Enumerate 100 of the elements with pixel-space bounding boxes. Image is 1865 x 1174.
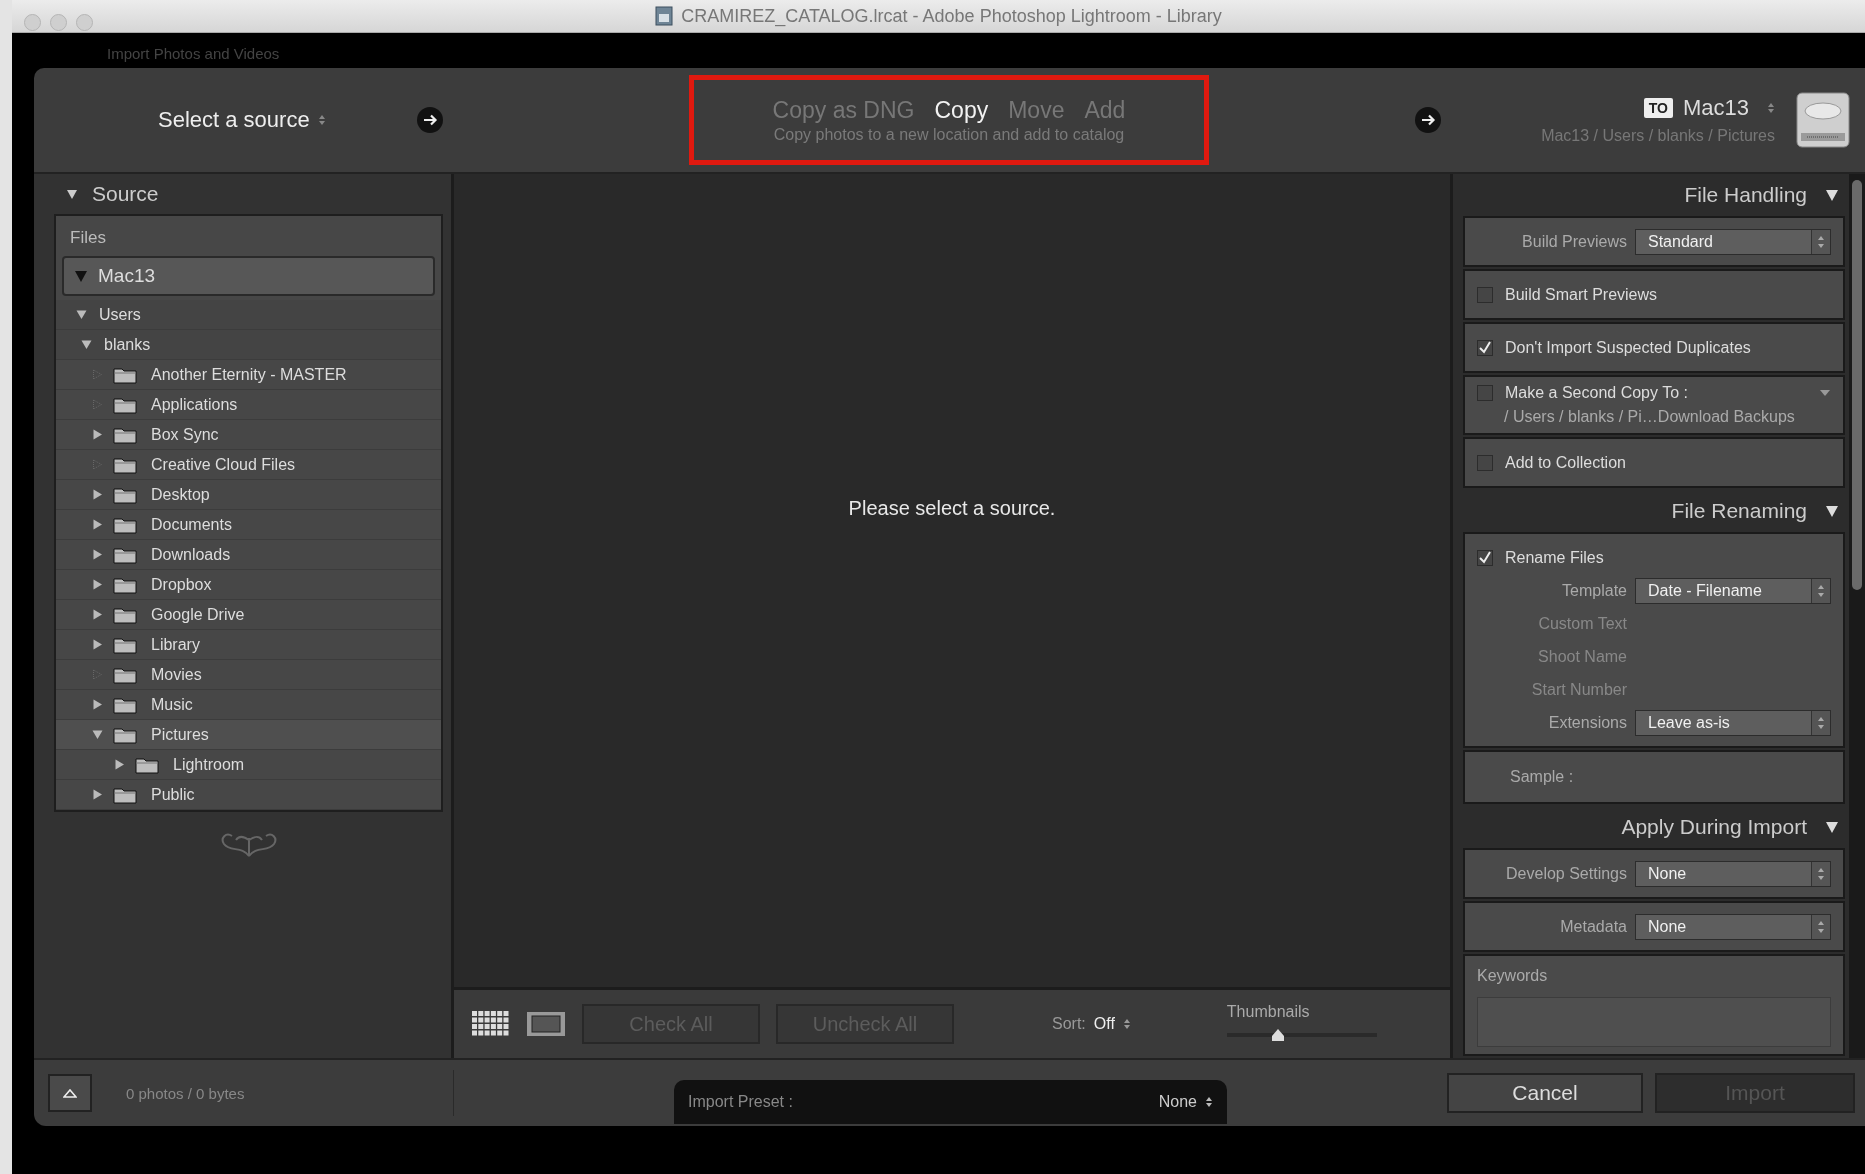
grid-view-icon[interactable]: [472, 1011, 510, 1037]
section-title[interactable]: File Handling: [1684, 183, 1807, 207]
folder-icon: [113, 665, 137, 684]
disclosure-triangle-icon[interactable]: [92, 699, 103, 710]
folder-row[interactable]: Pictures: [56, 720, 441, 750]
folder-row[interactable]: Documents: [56, 510, 441, 540]
collapse-triangle-icon[interactable]: [1825, 504, 1839, 518]
hard-drive-icon: [1795, 89, 1851, 151]
window-title: CRAMIREZ_CATALOG.lrcat - Adobe Photoshop Lightroom - Library: [681, 5, 1222, 27]
updown-icon[interactable]: [1811, 914, 1830, 939]
disclosure-triangle-icon[interactable]: [92, 429, 103, 440]
folder-row[interactable]: Public: [56, 780, 441, 810]
folder-icon: [113, 515, 137, 534]
disclosure-triangle-icon[interactable]: [76, 309, 87, 320]
section-title[interactable]: Apply During Import: [1621, 815, 1807, 839]
destination-path: Mac13 / Users / blanks / Pictures: [1541, 127, 1775, 145]
disclosure-triangle-icon[interactable]: [92, 489, 103, 500]
thumbnails-label: Thumbnails: [1226, 1003, 1311, 1021]
folder-icon: [113, 605, 137, 624]
folder-row[interactable]: Movies: [56, 660, 441, 690]
loupe-view-icon[interactable]: [526, 1011, 566, 1037]
folder-icon: [113, 785, 137, 804]
checkbox-label[interactable]: Don't Import Suspected Duplicates: [1505, 338, 1831, 357]
destination-selector[interactable]: Mac13: [1682, 95, 1749, 121]
panel-title: Source: [92, 182, 159, 206]
slider-thumb[interactable]: [1270, 1028, 1285, 1042]
checkbox-label[interactable]: Make a Second Copy To :: [1505, 384, 1807, 402]
dropdown[interactable]: Standard: [1635, 228, 1831, 255]
folder-row[interactable]: Dropbox: [56, 570, 441, 600]
folder-row[interactable]: Desktop: [56, 480, 441, 510]
disclosure-triangle-icon[interactable]: [92, 519, 103, 530]
dropdown[interactable]: None: [1635, 860, 1831, 887]
dropdown-caret-icon[interactable]: [1819, 389, 1831, 397]
folder-row[interactable]: Creative Cloud Files: [56, 450, 441, 480]
sort-selector[interactable]: Off: [1093, 1015, 1115, 1033]
disclosure-triangle-icon[interactable]: [92, 609, 103, 620]
folder-row[interactable]: Another Eternity - MASTER: [56, 360, 441, 390]
folder-icon: [113, 425, 137, 444]
folder-icon: [113, 545, 137, 564]
folder-icon: [113, 575, 137, 594]
checkbox[interactable]: [1477, 385, 1493, 401]
disclosure-triangle-icon[interactable]: [92, 639, 103, 650]
checkbox[interactable]: [1477, 549, 1493, 566]
disclosure-triangle-icon[interactable]: [92, 729, 103, 740]
checkbox-label[interactable]: Build Smart Previews: [1505, 285, 1831, 304]
disclosure-triangle-icon[interactable]: [92, 789, 103, 800]
to-badge: TO: [1643, 98, 1673, 118]
folder-row[interactable]: Library: [56, 630, 441, 660]
dropdown[interactable]: Date - Filename: [1635, 577, 1831, 604]
collapse-triangle-icon[interactable]: [66, 188, 78, 200]
mode-description: Copy photos to a new location and add to catalog: [773, 125, 1125, 144]
collapse-triangle-icon[interactable]: [1825, 188, 1839, 202]
field-label: Extensions: [1547, 713, 1627, 732]
sample-label: Sample :: [1509, 768, 1574, 786]
folder-row[interactable]: Applications: [56, 390, 441, 420]
folder-row[interactable]: Lightroom: [56, 750, 441, 780]
checkbox[interactable]: [1477, 286, 1493, 303]
dropdown[interactable]: Leave as-is: [1635, 709, 1831, 736]
arrow-right-icon[interactable]: [415, 106, 444, 134]
updown-icon: [1122, 1018, 1131, 1030]
source-selector[interactable]: Select a source: [158, 107, 310, 133]
section-title[interactable]: File Renaming: [1671, 499, 1807, 523]
collapse-triangle-icon[interactable]: [1825, 820, 1839, 834]
disclosure-triangle-icon[interactable]: [92, 549, 103, 560]
updown-icon[interactable]: [1811, 861, 1830, 886]
show-panel-button[interactable]: [48, 1074, 92, 1112]
folder-row[interactable]: Box Sync: [56, 420, 441, 450]
dropdown[interactable]: None: [1635, 913, 1831, 940]
folder-icon: [113, 635, 137, 654]
updown-icon: [1205, 1096, 1213, 1108]
scrollbar-thumb[interactable]: [1852, 180, 1862, 590]
preset-label: Import Preset :: [688, 1093, 794, 1111]
checkbox-label[interactable]: Rename Files: [1505, 548, 1831, 567]
folder-row[interactable]: Downloads: [56, 540, 441, 570]
files-label: Files: [69, 227, 107, 249]
updown-icon: [317, 114, 326, 126]
sort-label: Sort:: [1052, 1015, 1086, 1033]
document-icon: [655, 6, 674, 26]
checkbox[interactable]: [1477, 339, 1493, 356]
disclosure-triangle-icon[interactable]: [74, 269, 88, 283]
volume-row[interactable]: Mac13: [62, 256, 435, 296]
updown-icon: [1767, 102, 1775, 114]
preset-selector[interactable]: None: [1158, 1093, 1197, 1111]
disclosure-triangle-icon[interactable]: [81, 339, 92, 350]
updown-icon[interactable]: [1811, 229, 1830, 254]
backup-path: / Users / blanks / Pi…Download Backups: [1503, 408, 1796, 426]
field-label: Custom Text: [1537, 614, 1627, 633]
checkbox[interactable]: [1477, 454, 1493, 471]
arrow-right-icon[interactable]: [1414, 106, 1442, 134]
field-label: Template: [1561, 581, 1627, 600]
disclosure-triangle-icon[interactable]: [114, 759, 125, 770]
folder-icon: [135, 755, 159, 774]
folder-row[interactable]: Google Drive: [56, 600, 441, 630]
checkbox-label[interactable]: Add to Collection: [1505, 453, 1831, 472]
mode-tab[interactable]: Copy: [934, 96, 989, 124]
disclosure-triangle-icon[interactable]: [92, 579, 103, 590]
field-label: Metadata: [1559, 917, 1627, 936]
updown-icon[interactable]: [1811, 710, 1830, 735]
updown-icon[interactable]: [1811, 578, 1830, 603]
cancel-button[interactable]: Cancel: [1447, 1073, 1643, 1113]
